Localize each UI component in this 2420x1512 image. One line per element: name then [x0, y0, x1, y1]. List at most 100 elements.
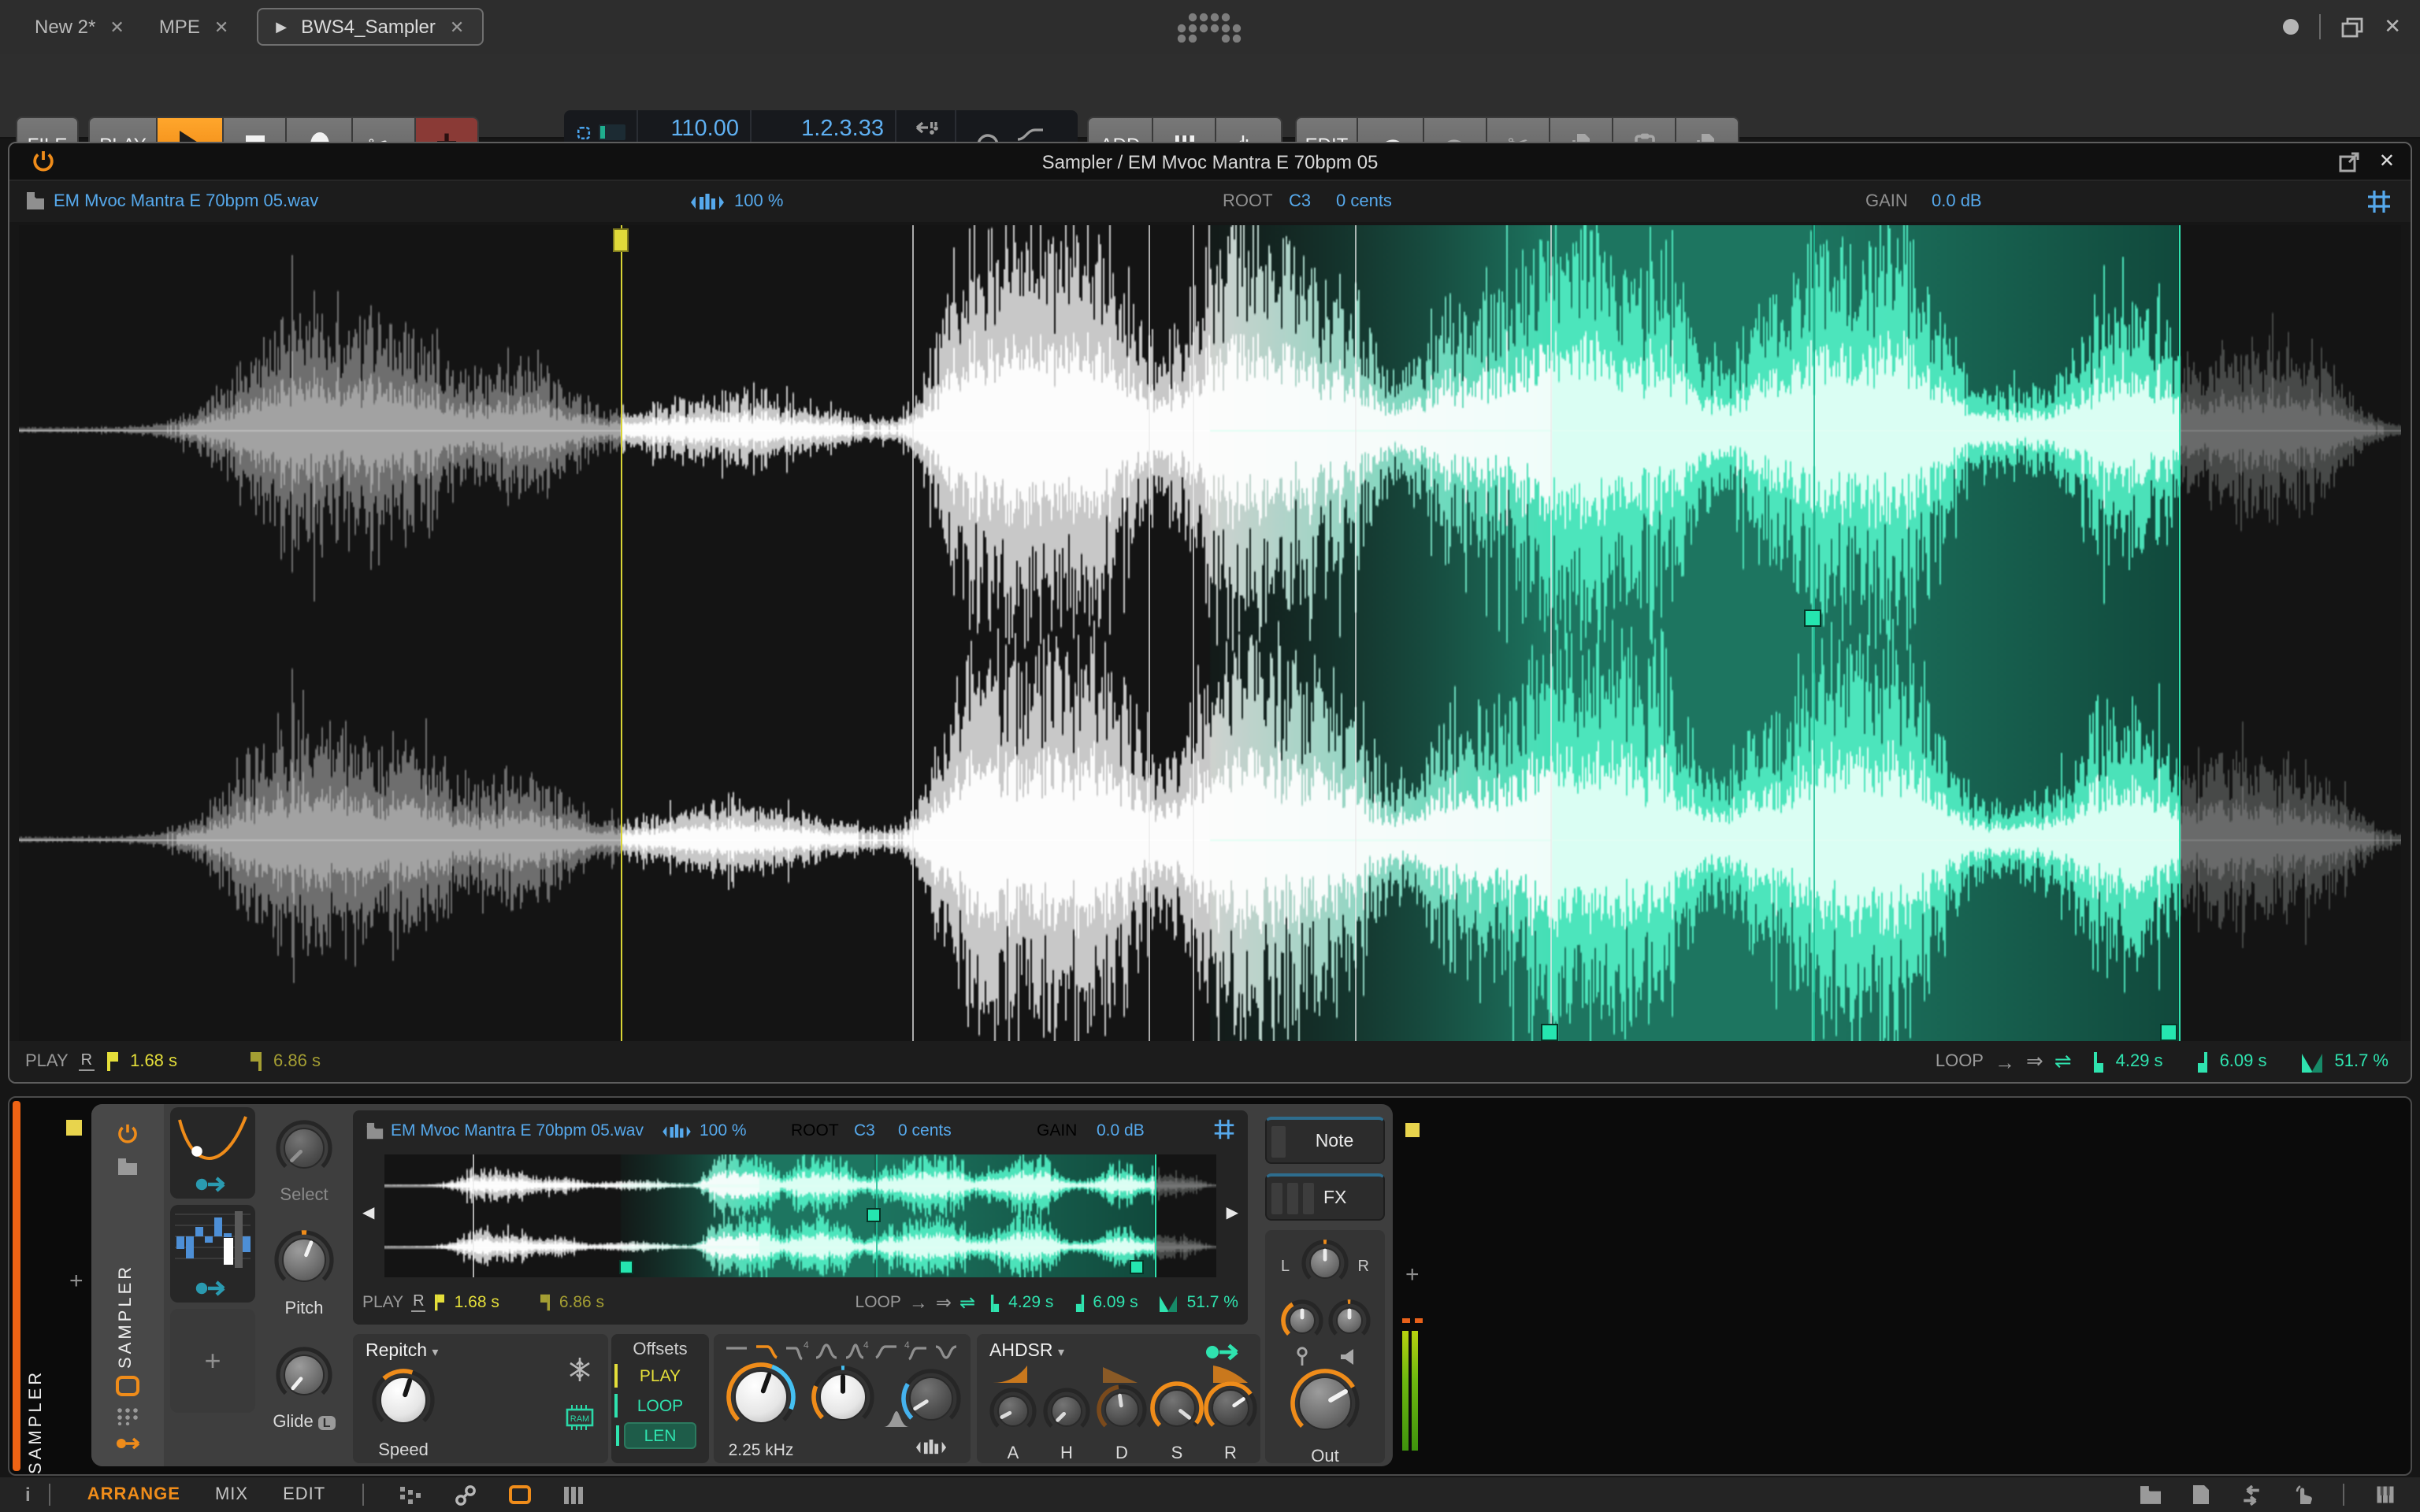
track-name-vertical[interactable]: SAMPLER [27, 1098, 46, 1474]
loop-start-value[interactable]: 4.29 s [1008, 1293, 1053, 1312]
scroll-right-icon[interactable]: ▶ [1227, 1205, 1238, 1222]
cutoff-value[interactable]: 2.25 kHz [726, 1441, 796, 1460]
stretch-icon[interactable] [662, 1123, 692, 1140]
device-name-vertical[interactable]: SAMPLER [117, 1195, 135, 1369]
loop-mode-forward-icon[interactable]: ⇒ [936, 1292, 952, 1314]
root-tune-value[interactable]: 0 cents [898, 1121, 952, 1140]
project-tab-active[interactable]: ▶ BWS4_Sampler ✕ [257, 8, 484, 46]
select-knob[interactable] [276, 1120, 332, 1184]
zoom-fit-icon[interactable] [2366, 189, 2392, 214]
gain-value[interactable]: 0.0 dB [1932, 192, 1982, 211]
loop-mode-pingpong-icon[interactable]: ⇌ [959, 1292, 975, 1314]
mini-waveform-display[interactable] [384, 1154, 1216, 1277]
freeze-icon[interactable] [567, 1356, 592, 1383]
loop-end-handle[interactable] [2160, 1024, 2178, 1041]
play-start-flag-icon[interactable] [105, 1051, 119, 1073]
decay-knob[interactable] [1097, 1384, 1147, 1443]
hold-knob[interactable] [1043, 1388, 1090, 1443]
speed-knob[interactable] [372, 1369, 435, 1440]
loop-mid-handle[interactable] [866, 1208, 881, 1223]
raw-mode-icon[interactable]: R [411, 1293, 426, 1312]
loop-mode-pingpong-icon[interactable]: ⇌ [2054, 1049, 2072, 1074]
keytrack-knob[interactable] [900, 1369, 960, 1436]
envelope-mod-route-icon[interactable] [1204, 1342, 1245, 1362]
play-start-flag-icon[interactable] [434, 1293, 447, 1312]
onscreen-keyboard-icon[interactable] [2373, 1484, 2398, 1506]
view-tab-edit[interactable]: EDIT [283, 1485, 325, 1504]
stretch-amount[interactable]: 100 % [734, 192, 783, 211]
io-swap-icon[interactable] [2239, 1484, 2264, 1505]
attack-shape-icon[interactable] [989, 1364, 1030, 1384]
loop-end-line[interactable] [1154, 1154, 1156, 1277]
close-window-icon[interactable]: ✕ [2384, 14, 2401, 39]
mixer-panel-toggle-icon[interactable] [562, 1484, 584, 1505]
play-end-value[interactable]: 6.86 s [273, 1052, 321, 1071]
filter-highpass-icon[interactable] [873, 1340, 900, 1361]
stretch-icon[interactable] [690, 192, 725, 213]
follow-link-icon[interactable] [453, 1483, 477, 1506]
filter-highpass4-icon[interactable]: 4 [903, 1340, 930, 1361]
scroll-left-icon[interactable]: ◀ [362, 1205, 374, 1222]
play-start-handle[interactable] [612, 228, 629, 252]
device-contents-icon[interactable] [115, 1375, 140, 1397]
remote-controls-icon[interactable] [115, 1406, 140, 1425]
waveform-display[interactable] [19, 225, 2401, 1044]
release-knob[interactable] [1204, 1381, 1257, 1443]
crossfade-value[interactable]: 51.7 % [2335, 1052, 2389, 1071]
pitch-knob[interactable] [274, 1230, 334, 1298]
envelope-mode-select[interactable]: AHDSR ▾ [989, 1342, 1064, 1361]
view-tab-arrange[interactable]: ARRANGE [87, 1485, 180, 1504]
close-tab-icon[interactable]: ✕ [214, 17, 228, 37]
loop-end-value[interactable]: 6.09 s [2220, 1052, 2267, 1071]
velocity-key-knob[interactable] [1281, 1299, 1323, 1350]
steps-modulator-slot[interactable] [170, 1205, 255, 1303]
close-tab-icon[interactable]: ✕ [450, 17, 464, 37]
offset-loop-row[interactable]: LOOP [614, 1392, 696, 1419]
preset-browser-icon[interactable] [117, 1158, 139, 1177]
root-note-value[interactable]: C3 [1289, 192, 1311, 211]
resonance-knob[interactable] [811, 1366, 874, 1436]
close-tab-icon[interactable]: ✕ [109, 17, 124, 37]
play-start-marker[interactable] [620, 225, 622, 1044]
loop-end-handle[interactable] [1130, 1260, 1145, 1274]
add-device-right-icon[interactable]: + [1405, 1262, 1420, 1288]
view-tab-mix[interactable]: MIX [215, 1485, 248, 1504]
info-icon[interactable]: i [25, 1484, 31, 1506]
loop-mid-handle[interactable] [1803, 610, 1821, 628]
mod-route-icon[interactable] [194, 1175, 232, 1194]
mod-route-icon[interactable] [194, 1279, 232, 1298]
loop-mode-off-icon[interactable]: → [1995, 1050, 2015, 1073]
decay-shape-icon[interactable] [1100, 1364, 1141, 1384]
glide-knob[interactable] [276, 1347, 332, 1411]
play-end-value[interactable]: 6.86 s [559, 1293, 604, 1312]
zoom-fit-icon[interactable] [1213, 1118, 1235, 1140]
pan-knob[interactable] [1301, 1240, 1349, 1295]
envelope-modulator-slot[interactable] [170, 1107, 255, 1199]
device-panel-toggle-icon[interactable] [508, 1485, 531, 1504]
filter-lowpass4-icon[interactable]: 4 [783, 1340, 810, 1361]
touch-mode-icon[interactable] [2292, 1484, 2314, 1506]
offset-len-row[interactable]: LEN [616, 1422, 696, 1449]
loop-start-value[interactable]: 4.29 s [2116, 1052, 2163, 1071]
device-power-icon[interactable] [117, 1123, 139, 1145]
loop-mode-off-icon[interactable]: → [909, 1292, 928, 1314]
fade-in-icon[interactable] [1015, 127, 1044, 141]
project-tab[interactable]: MPE ✕ [159, 16, 228, 38]
sample-name[interactable]: EM Mvoc Mantra E 70bpm 05.wav [391, 1121, 644, 1140]
filter-off-icon[interactable] [723, 1340, 750, 1361]
modulation-sources-icon[interactable] [115, 1435, 143, 1452]
loop-end-value[interactable]: 6.09 s [1093, 1293, 1138, 1312]
filter-lowpass-icon[interactable] [753, 1340, 780, 1361]
root-note-value[interactable]: C3 [854, 1121, 875, 1140]
filter-bandpass-icon[interactable] [813, 1340, 840, 1361]
gain-value[interactable]: 0.0 dB [1097, 1121, 1145, 1140]
browser-panel-icon[interactable] [2138, 1484, 2163, 1505]
add-device-left-icon[interactable]: + [69, 1268, 84, 1295]
offset-play-row[interactable]: PLAY [614, 1362, 696, 1389]
stretch-amount[interactable]: 100 % [700, 1121, 747, 1140]
play-mode-select[interactable]: Repitch ▾ [366, 1342, 438, 1361]
sustain-knob[interactable] [1150, 1381, 1204, 1443]
cutoff-knob[interactable] [726, 1362, 796, 1440]
raw-mode-icon[interactable]: R [79, 1052, 95, 1071]
position-value[interactable]: 1.2.3.33 [763, 117, 884, 143]
